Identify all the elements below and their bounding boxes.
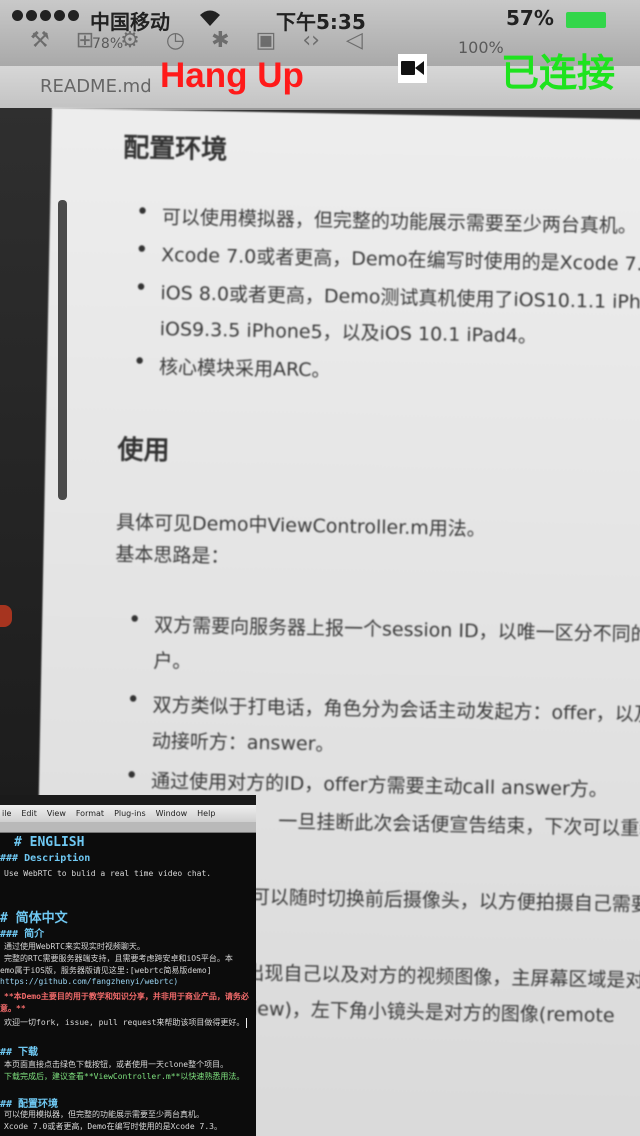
remote-menubar-percent: 100% [458,38,504,57]
doc-usage-item-cont: 动接听方：answer。 [151,730,335,756]
status-time: 下午5:35 [276,10,366,34]
carrier-name: 中国移动 [90,10,170,34]
editor-subheading: ## 下载 [0,1047,39,1058]
doc-usage-item: 双方类似于打电话，角色分为会话主动发起方：offer，以及 [152,690,640,727]
signal-icon [12,10,79,21]
editor-heading: # ENGLISH [14,835,85,850]
remote-red-marker [0,605,12,627]
editor-text: emo属于iOS版，服务器版请见这里:[webrtc简易版demo] [0,966,212,975]
local-video-view[interactable]: ile Edit View Format Plug-ins Window Hel… [0,795,256,1136]
remote-tab-filename: README.md [40,76,152,97]
editor-bold-text: 意。** [0,1004,26,1013]
doc-usage-item: 一旦挂断此次会话便宣告结束，下次可以重新 [278,810,640,840]
pip-menu-item: View [46,809,66,818]
doc-heading-usage: 使用 [117,435,170,467]
editor-text: Use WebRTC to bulid a real time video ch… [4,869,212,878]
doc-usage-item: view)，左下角小镜头是对方的图像(remote [240,997,615,1027]
doc-usage-intro: 基本思路是： [115,543,230,568]
doc-env-item: Xcode 7.0或者更高，Demo在编写时使用的是Xcode 7.3。 [161,240,640,277]
editor-text: 可以使用模拟器，但完整的功能展示需要至少两台真机。 [4,1110,204,1119]
ios-status-bar: 中国移动 下午5:35 57% [0,0,640,40]
remote-scrollbar [58,200,67,500]
editor-link: https://github.com/fangzhenyi/webrtc) [0,977,179,986]
doc-usage-item: 出现自己以及对方的视频图像，主屏幕区域是对 [245,961,640,992]
editor-text: 本页面直接点击绿色下载按钮，或者使用一天clone整个项目。 [4,1060,229,1069]
editor-text: Xcode 7.0或者更高，Demo在编写时使用的是Xcode 7.3。 [4,1122,222,1131]
editor-text-line: 欢迎一切fork, issue, pull request来帮助该项目做得更好。 [4,1018,245,1027]
pip-menu-item: Help [197,809,216,818]
editor-subheading: ### Description [0,853,91,864]
editor-heading: # 简体中文 [0,911,68,926]
doc-env-item: 核心模块采用ARC。 [159,352,331,382]
doc-env-item: 可以使用模拟器，但完整的功能展示需要至少两台真机。 [162,202,637,238]
video-camera-icon [401,61,424,75]
pip-toolbar [0,822,256,833]
doc-usage-item-cont: 户。 [153,650,192,673]
battery-icon [566,12,606,28]
pip-markdown-editor: # ENGLISH ### Description Use WebRTC to … [0,833,256,1136]
pip-menu-item: Plug-ins [114,809,146,818]
hang-up-button[interactable]: Hang Up [160,56,304,96]
doc-env-item-cont: iOS9.3.5 iPhone5，以及iOS 10.1 iPad4。 [159,318,538,348]
editor-text: 欢迎一切fork, issue, pull request来帮助该项目做得更好。 [4,1017,248,1028]
editor-text: 通过使用WebRTC来实现实时视频聊天。 [4,942,145,951]
wifi-icon [198,9,222,32]
doc-usage-intro: 具体可见Demo中ViewController.m用法。 [115,511,487,541]
battery-percent: 57% [506,6,554,30]
pip-app-menubar: ile Edit View Format Plug-ins Window Hel… [0,805,256,822]
text-cursor [246,1017,248,1028]
editor-subheading: ## 配置环境 [0,1099,59,1110]
doc-env-item: iOS 8.0或者更高，Demo测试真机使用了iOS10.1.1 iPhone [160,278,640,315]
editor-bold-text: **本Demo主要目的用于教学和知识分享，并非用于商业产品，请务必 [4,992,249,1001]
pip-menu-item: Window [155,809,188,818]
editor-subheading: ### 简介 [0,929,45,940]
editor-text: 完整的RTC需要服务器端支持，且需要考虑跨安卓和iOS平台。本 [4,954,233,963]
connection-status: 已连接 [501,51,616,95]
doc-usage-item: 双方需要向服务器上报一个session ID，以唯一区分不同的用 [154,610,640,647]
pip-menu-item: Format [75,809,105,818]
doc-heading-env: 配置环境 [122,133,228,166]
switch-camera-button[interactable] [398,54,427,83]
pip-bezel [0,795,256,805]
doc-usage-item: 可以随时切换前后摄像头，以方便拍摄自己需要 [250,885,640,916]
editor-text: 下载完成后，建议查看**ViewController.m**以快速熟悉用法。 [4,1072,245,1081]
pip-menu-item: Edit [21,809,37,818]
pip-menu-item: ile [2,809,12,818]
